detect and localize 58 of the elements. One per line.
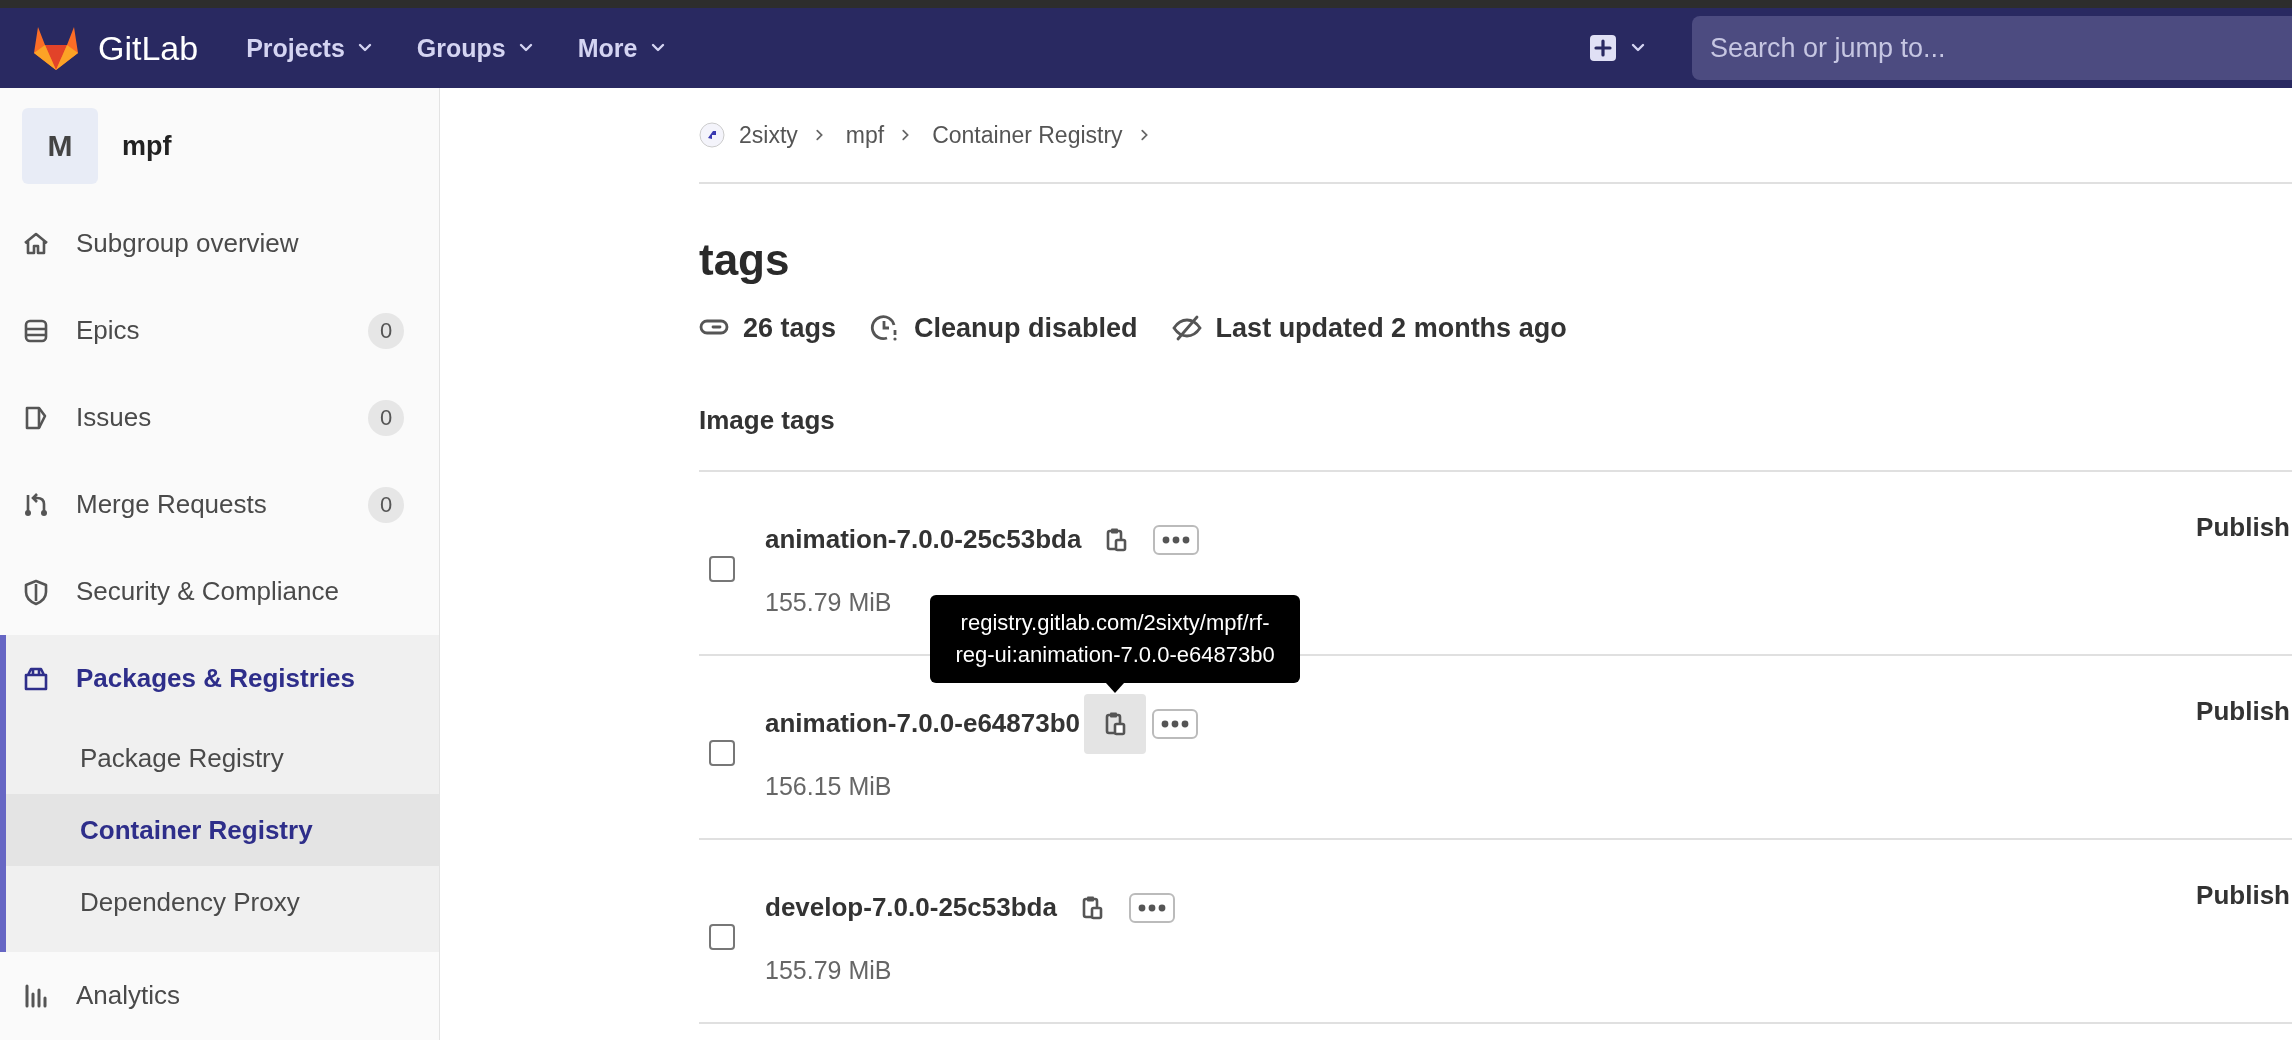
sidebar-subitem[interactable]: Package Registry [6, 722, 439, 794]
section-title: Image tags [699, 404, 836, 437]
count-badge: 0 [368, 486, 404, 523]
more-actions-button[interactable] [1153, 524, 1200, 555]
sidebar-item[interactable]: Subgroup overview [0, 200, 439, 287]
copy-button[interactable] [1084, 693, 1147, 754]
breadcrumb-link[interactable]: 2sixty [739, 121, 798, 149]
tag-name: develop-7.0.0-25c53bda [765, 892, 1057, 923]
clipboard-icon [1080, 894, 1103, 921]
merge-request-icon [22, 490, 50, 519]
checkbox[interactable] [709, 556, 735, 582]
breadcrumb-link[interactable]: Container Registry [932, 121, 1123, 149]
nav-menu[interactable]: Projects [246, 27, 373, 69]
more-actions-button[interactable] [1152, 708, 1199, 739]
clipboard-icon [1104, 710, 1127, 737]
page-title: tags [699, 234, 791, 286]
published-date: Publish [2196, 880, 2290, 911]
tooltip: registry.gitlab.com/2sixty/mpf/rf-reg-ui:animation-7.0.0-e64873b0 [930, 594, 1301, 683]
group-avatar-icon[interactable] [699, 122, 725, 148]
count-badge: 0 [368, 399, 404, 436]
shield-icon [22, 577, 50, 606]
tag-name: animation-7.0.0-e64873b0 [765, 708, 1081, 739]
search-field[interactable]: Search or jump to... [1692, 16, 2292, 80]
sidebar-subitem[interactable]: Container Registry [6, 794, 439, 866]
fox-logo-icon[interactable] [32, 25, 80, 71]
ellipsis-icon [1137, 903, 1166, 912]
nav-menu[interactable]: Groups [416, 27, 534, 69]
eye-slash-icon [1171, 313, 1202, 343]
sidebar-item[interactable]: Epics 0 [0, 287, 439, 374]
published-date: Publish [2196, 696, 2290, 727]
tag-size: 155.79 MiB [765, 955, 893, 985]
breadcrumb-link[interactable]: mpf [845, 121, 885, 149]
gitlab-wordmark[interactable]: GitLab [98, 28, 199, 68]
meta-text: 26 tags [743, 312, 837, 344]
sidebar-item[interactable]: Security & Compliance [0, 548, 439, 635]
checkbox[interactable] [709, 740, 735, 766]
group-avatar[interactable]: M [22, 108, 98, 184]
sidebar-item[interactable]: Analytics [0, 952, 439, 1039]
plus-square-icon [1590, 35, 1616, 61]
tag-size: 156.15 MiB [765, 771, 893, 801]
sidebar-item[interactable]: Merge Requests 0 [0, 461, 439, 548]
meta-text: Last updated 2 months ago [1215, 312, 1567, 344]
sidebar-item[interactable]: Issues 0 [0, 374, 439, 461]
checkbox[interactable] [709, 924, 735, 950]
ellipsis-icon [1162, 535, 1191, 544]
ellipsis-icon [1161, 719, 1190, 728]
clipboard-icon [1105, 526, 1128, 553]
meta-text: Cleanup disabled [914, 312, 1138, 344]
tooltip-arrow-icon [1106, 682, 1125, 693]
published-date: Publish [2196, 512, 2290, 543]
group-name[interactable]: mpf [122, 130, 172, 162]
tag-name: animation-7.0.0-25c53bda [765, 524, 1082, 555]
sidebar-subitem[interactable]: Dependency Proxy [6, 866, 439, 938]
nav-menu[interactable]: More [577, 27, 666, 69]
tag-size: 155.79 MiB [765, 587, 893, 617]
count-badge: 0 [368, 312, 404, 349]
more-actions-button[interactable] [1128, 892, 1175, 923]
sidebar-item[interactable]: Packages & Registries [6, 635, 439, 722]
